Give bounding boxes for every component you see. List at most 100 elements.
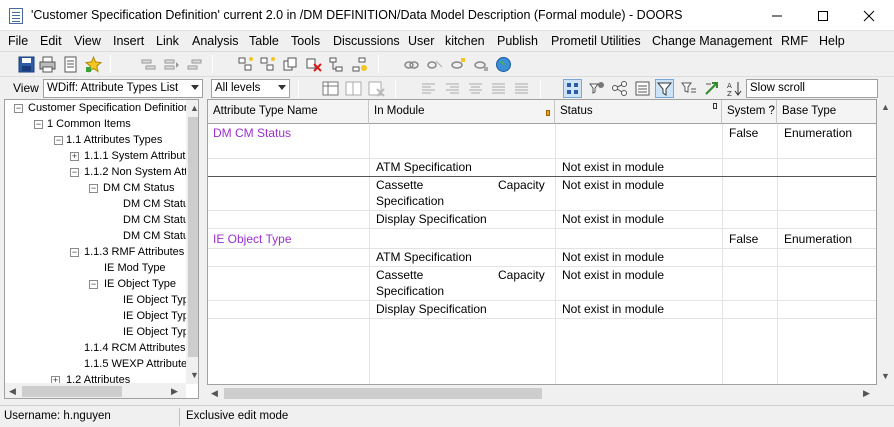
scroll-right-icon[interactable]: ▶ <box>171 386 178 397</box>
align-full-icon[interactable] <box>513 80 530 97</box>
menu-user[interactable]: User <box>408 34 434 48</box>
globe-icon[interactable] <box>495 56 512 73</box>
in-module-cell[interactable]: ATM Specification <box>376 160 472 174</box>
collapse-icon[interactable]: − <box>89 280 98 289</box>
table-cell-icon[interactable] <box>345 80 362 97</box>
status-cell[interactable]: Not exist in module <box>562 302 664 316</box>
tree-node[interactable]: DM CM Status <box>103 180 175 196</box>
table-icon[interactable] <box>322 80 339 97</box>
tree-node[interactable]: DM CM Status <box>123 196 195 212</box>
outdent-icon[interactable] <box>186 56 203 73</box>
view-select[interactable]: WDiff: Attribute Types List <box>43 79 203 98</box>
tree-node[interactable]: 1.1.5 WEXP Attributes <box>84 356 193 372</box>
scroll-left-icon[interactable]: ◀ <box>9 386 16 397</box>
menu-analysis[interactable]: Analysis <box>192 34 239 48</box>
scroll-thumb[interactable] <box>224 388 542 399</box>
tree-node[interactable]: 1.1.2 Non System Attributes <box>84 164 198 180</box>
in-module-cell-continued[interactable]: Specification <box>376 284 444 298</box>
scroll-down-icon[interactable]: ▼ <box>190 370 198 380</box>
expand-icon[interactable]: + <box>70 152 79 161</box>
status-cell[interactable]: Not exist in module <box>562 212 664 226</box>
column-header-base-type[interactable]: Base Type <box>777 100 876 124</box>
menu-edit[interactable]: Edit <box>40 34 62 48</box>
star-add-icon[interactable] <box>85 56 102 73</box>
menu-tools[interactable]: Tools <box>291 34 320 48</box>
tree-node[interactable]: IE Object Type <box>123 308 195 324</box>
in-module-cell[interactable]: ATM Specification <box>376 250 472 264</box>
attribute-filter-icon[interactable] <box>588 80 605 97</box>
link-start-icon[interactable] <box>449 56 466 73</box>
delete-object-icon[interactable] <box>305 56 322 73</box>
promote-object-icon[interactable] <box>351 56 368 73</box>
tree-node[interactable]: IE Object Type <box>123 324 195 340</box>
tree-node[interactable]: 1.1.1 System Attributes <box>84 148 197 164</box>
insert-object-icon[interactable] <box>237 56 254 73</box>
demote-object-icon[interactable] <box>328 56 345 73</box>
tree-node[interactable]: IE Mod Type <box>104 260 166 276</box>
in-module-cell[interactable]: Display Specification <box>376 212 487 226</box>
link-icon[interactable] <box>403 56 420 73</box>
base-type-cell[interactable]: Enumeration <box>784 232 852 246</box>
column-header-in-module[interactable]: In Module <box>369 100 555 124</box>
in-module-cell-continued[interactable]: Capacity <box>498 268 545 282</box>
tree-node[interactable]: IE Object Type <box>104 276 176 292</box>
copy-object-icon[interactable] <box>282 56 299 73</box>
column-header-system[interactable]: System ? <box>722 100 777 124</box>
grid-horizontal-scrollbar[interactable]: ◀ ▶ <box>207 385 877 402</box>
sort-list-icon[interactable] <box>634 80 651 97</box>
collapse-icon[interactable]: − <box>70 168 79 177</box>
menu-rmf[interactable]: RMF <box>781 34 808 48</box>
status-cell[interactable]: Not exist in module <box>562 268 664 282</box>
scroll-up-icon[interactable]: ▲ <box>881 102 890 112</box>
print-icon[interactable] <box>39 56 56 73</box>
insert-below-object-icon[interactable] <box>259 56 276 73</box>
save-icon[interactable] <box>18 56 35 73</box>
menu-prometil-utilities[interactable]: Prometil Utilities <box>551 34 641 48</box>
menu-insert[interactable]: Insert <box>113 34 144 48</box>
status-cell[interactable]: Not exist in module <box>562 178 664 192</box>
status-cell[interactable]: Not exist in module <box>562 250 664 264</box>
menu-table[interactable]: Table <box>249 34 279 48</box>
close-button[interactable] <box>846 0 892 31</box>
tree-node[interactable]: DM CM Status <box>123 228 195 244</box>
align-left-icon[interactable] <box>420 80 437 97</box>
collapse-icon[interactable]: − <box>34 120 43 129</box>
minimize-button[interactable] <box>754 0 800 31</box>
scroll-mode-select[interactable]: Slow scroll <box>746 79 878 98</box>
status-cell[interactable]: Not exist in module <box>562 160 664 174</box>
base-type-cell[interactable]: Enumeration <box>784 126 852 140</box>
in-module-cell[interactable]: Display Specification <box>376 302 487 316</box>
scroll-down-icon[interactable]: ▼ <box>881 371 890 381</box>
arrow-sort-icon[interactable] <box>703 80 720 97</box>
menu-link[interactable]: Link <box>156 34 179 48</box>
in-module-cell-continued[interactable]: Capacity <box>498 178 545 192</box>
tree-vertical-scrollbar[interactable]: ▲ ▼ <box>186 100 198 384</box>
scroll-right-icon[interactable]: ▶ <box>863 388 870 399</box>
tree-node[interactable]: 1.1.4 RCM Attributes <box>84 340 186 356</box>
show-attributes-icon[interactable] <box>563 79 582 98</box>
link-end-icon[interactable] <box>472 56 489 73</box>
scroll-up-icon[interactable]: ▲ <box>190 103 198 113</box>
maximize-button[interactable] <box>800 0 846 31</box>
filter-icon[interactable] <box>655 79 674 98</box>
collapse-icon[interactable]: − <box>54 136 63 145</box>
collapse-icon[interactable]: − <box>14 104 23 113</box>
table-delete-icon[interactable] <box>368 80 385 97</box>
in-module-cell[interactable]: Cassette <box>376 268 423 282</box>
menu-file[interactable]: File <box>8 34 28 48</box>
menu-publish[interactable]: Publish <box>497 34 538 48</box>
align-justify-icon[interactable] <box>490 80 507 97</box>
levels-select[interactable]: All levels <box>211 79 290 98</box>
collapse-icon[interactable]: − <box>70 248 79 257</box>
filter-options-icon[interactable] <box>680 80 697 97</box>
sort-az-icon[interactable]: AZ <box>726 80 743 97</box>
scroll-left-icon[interactable]: ◀ <box>211 388 218 399</box>
menu-kitchen[interactable]: kitchen <box>445 34 485 48</box>
in-module-cell[interactable]: Cassette <box>376 178 423 192</box>
tree-node[interactable]: 1.1.3 RMF Attributes <box>84 244 184 260</box>
indent-icon[interactable] <box>140 56 157 73</box>
menu-change-management[interactable]: Change Management <box>652 34 772 48</box>
unlink-icon[interactable] <box>426 56 443 73</box>
column-header-status[interactable]: Status <box>555 100 722 124</box>
system-cell[interactable]: False <box>729 232 758 246</box>
